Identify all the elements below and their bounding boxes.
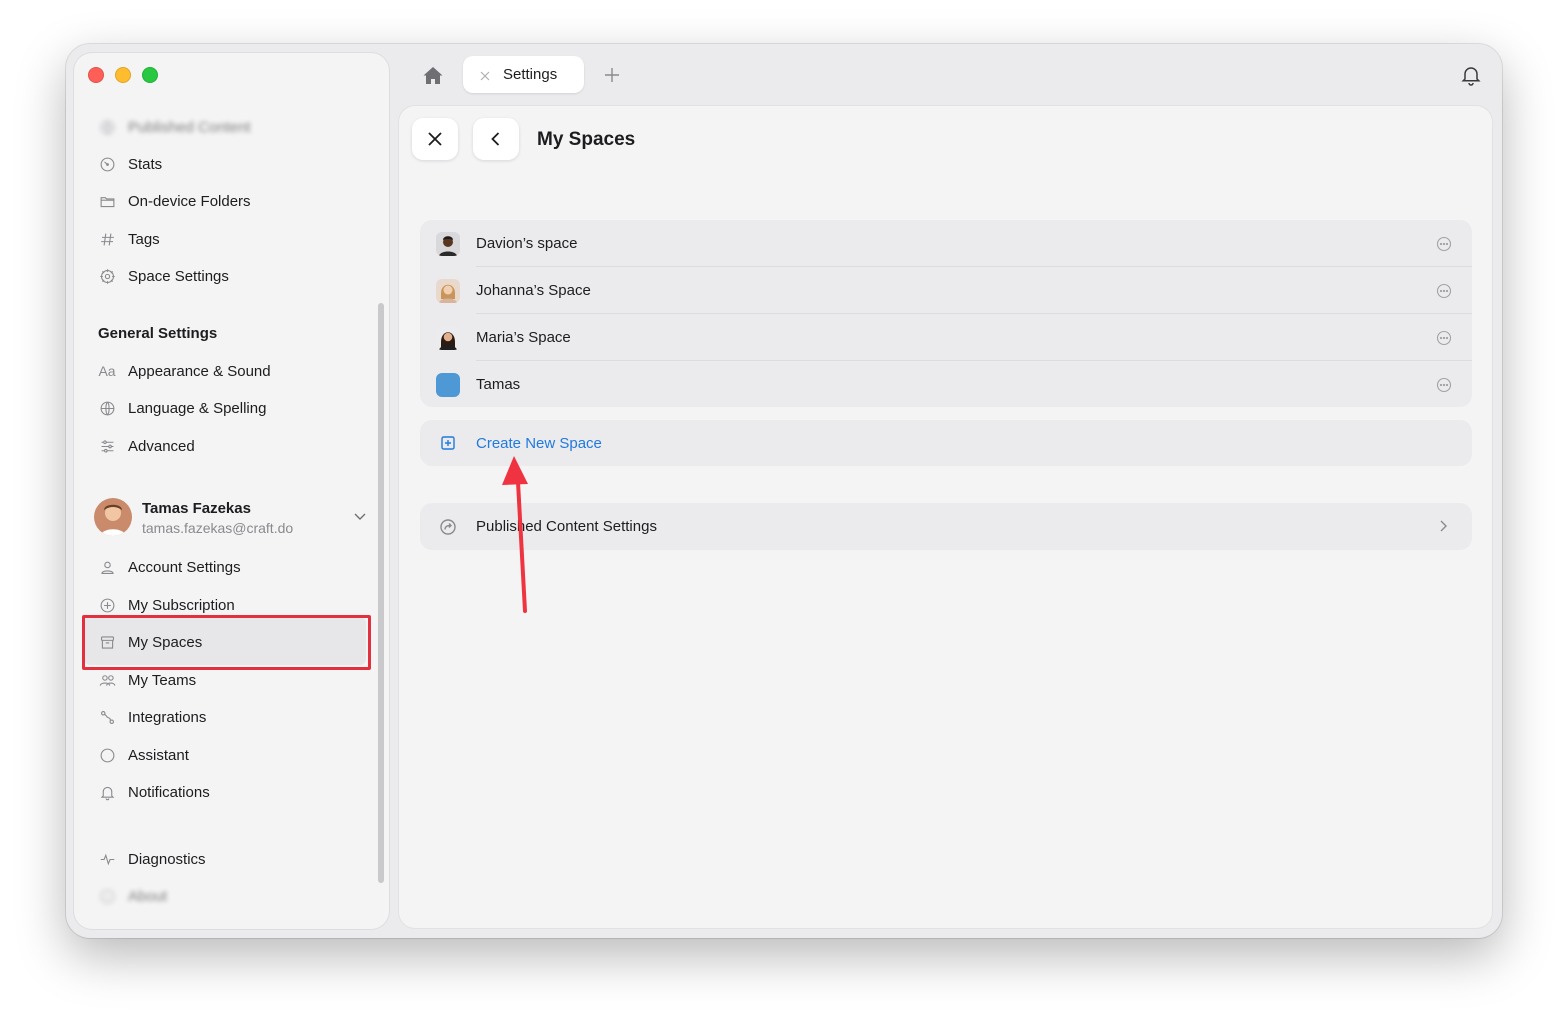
- more-options-icon[interactable]: [1436, 236, 1452, 252]
- gauge-icon: [98, 155, 116, 173]
- circle-icon: [98, 746, 116, 764]
- sidebar-item-published-content[interactable]: Published Content: [98, 112, 251, 142]
- sidebar-item-label: Advanced: [128, 437, 195, 455]
- sidebar-item-label: About: [128, 887, 168, 905]
- sidebar-item-label: Space Settings: [128, 267, 229, 285]
- avatar: [436, 279, 460, 303]
- space-row-davion[interactable]: Davion’s space: [420, 220, 1472, 267]
- sidebar-item-tags[interactable]: Tags: [98, 224, 160, 254]
- chevron-down-icon[interactable]: [352, 508, 368, 524]
- avatar: [436, 232, 460, 256]
- sidebar-item-label: Appearance & Sound: [128, 362, 271, 380]
- space-name: Tamas: [476, 376, 521, 393]
- plus-circle-icon: [98, 596, 116, 614]
- sidebar-item-label: Account Settings: [128, 558, 241, 576]
- notifications-bell-icon[interactable]: [1460, 64, 1482, 86]
- more-options-icon[interactable]: [1436, 377, 1452, 393]
- user-account-switcher[interactable]: Tamas Fazekas tamas.fazekas@craft.do: [94, 498, 374, 540]
- published-content-settings-button[interactable]: Published Content Settings: [420, 503, 1472, 550]
- my-spaces-highlight-box: [82, 615, 371, 670]
- sidebar-item-advanced[interactable]: Advanced: [98, 431, 195, 461]
- space-name: Davion’s space: [476, 235, 578, 252]
- close-button[interactable]: [412, 118, 458, 160]
- space-name: Johanna’s Space: [476, 282, 591, 299]
- sidebar-item-label: Tags: [128, 230, 160, 248]
- pulse-icon: [98, 850, 116, 868]
- folder-icon: [98, 192, 116, 210]
- back-button[interactable]: [473, 118, 519, 160]
- chevron-left-icon: [487, 130, 505, 148]
- zoom-window-button[interactable]: [142, 67, 158, 83]
- people-icon: [98, 671, 116, 689]
- close-window-button[interactable]: [88, 67, 104, 83]
- create-new-space-label: Create New Space: [476, 434, 602, 452]
- tab-label: Settings: [503, 66, 558, 83]
- sliders-icon: [98, 437, 116, 455]
- sidebar-item-assistant[interactable]: Assistant: [98, 740, 189, 770]
- tab-settings[interactable]: Settings: [463, 56, 584, 93]
- sidebar-item-label: Assistant: [128, 746, 189, 764]
- minimize-window-button[interactable]: [115, 67, 131, 83]
- sidebar-item-on-device-folders[interactable]: On-device Folders: [98, 186, 251, 216]
- sidebar-scrollbar[interactable]: [378, 303, 384, 883]
- published-content-label: Published Content Settings: [476, 518, 657, 535]
- sidebar-item-appearance-sound[interactable]: Aa Appearance & Sound: [98, 356, 271, 386]
- new-tab-plus-icon[interactable]: [602, 65, 622, 85]
- bell-icon: [98, 783, 116, 801]
- globe-icon: [98, 399, 116, 417]
- more-options-icon[interactable]: [1436, 330, 1452, 346]
- gear-icon: [98, 267, 116, 285]
- globe-icon: [98, 118, 116, 136]
- sidebar-item-label: Published Content: [128, 118, 251, 136]
- link-icon: [98, 708, 116, 726]
- hash-icon: [98, 230, 116, 248]
- sidebar-item-label: My Teams: [128, 671, 197, 689]
- sidebar-item-label: My Subscription: [128, 596, 235, 614]
- avatar: [94, 498, 132, 536]
- published-content-row[interactable]: Published Content Settings: [420, 503, 1472, 550]
- space-row-tamas[interactable]: Tamas: [420, 361, 1472, 408]
- space-row-johanna[interactable]: Johanna’s Space: [420, 267, 1472, 314]
- close-tab-icon[interactable]: [479, 69, 491, 81]
- more-options-icon[interactable]: [1436, 283, 1452, 299]
- page-title: My Spaces: [537, 129, 636, 150]
- sidebar-item-label: Notifications: [128, 783, 210, 801]
- app-window: Published Content Stats On-device Folder…: [66, 44, 1502, 938]
- share-circle-icon: [436, 515, 460, 539]
- sidebar-item-space-settings[interactable]: Space Settings: [98, 261, 229, 291]
- sidebar-item-label: Integrations: [128, 708, 207, 726]
- sidebar-item-language-spelling[interactable]: Language & Spelling: [98, 393, 266, 423]
- sidebar-item-diagnostics[interactable]: Diagnostics: [98, 844, 206, 874]
- avatar: [436, 326, 460, 350]
- sidebar: Published Content Stats On-device Folder…: [74, 53, 389, 929]
- sidebar-item-integrations[interactable]: Integrations: [98, 702, 206, 732]
- general-settings-heading: General Settings: [98, 325, 218, 342]
- sidebar-item-notifications[interactable]: Notifications: [98, 777, 210, 807]
- create-row[interactable]: Create New Space: [420, 420, 1472, 466]
- info-icon: [98, 887, 116, 905]
- sidebar-item-stats[interactable]: Stats: [98, 149, 162, 179]
- sidebar-item-label: Stats: [128, 155, 163, 173]
- space-name: Maria’s Space: [476, 329, 571, 346]
- user-email: tamas.fazekas@craft.do: [142, 520, 294, 536]
- plus-square-icon: [436, 431, 460, 455]
- sidebar-item-label: Diagnostics: [128, 850, 206, 868]
- sidebar-item-label: Language & Spelling: [128, 399, 267, 417]
- main-panel: My Spaces Davion’s space Johanna’s Space: [399, 106, 1492, 928]
- close-icon: [426, 130, 444, 148]
- space-color-swatch: [436, 373, 460, 397]
- font-aa-icon: Aa: [98, 363, 116, 379]
- create-new-space-button[interactable]: Create New Space: [420, 420, 1472, 466]
- spaces-list: Davion’s space Johanna’s Space Maria’s S…: [420, 220, 1472, 407]
- space-row-maria[interactable]: Maria’s Space: [420, 314, 1472, 361]
- person-icon: [98, 558, 116, 576]
- user-name: Tamas Fazekas: [142, 500, 251, 517]
- chevron-right-icon: [1436, 519, 1450, 533]
- sidebar-item-label: On-device Folders: [128, 192, 251, 210]
- sidebar-item-about[interactable]: About: [98, 881, 167, 911]
- sidebar-item-account-settings[interactable]: Account Settings: [98, 552, 241, 582]
- home-icon[interactable]: [421, 64, 445, 88]
